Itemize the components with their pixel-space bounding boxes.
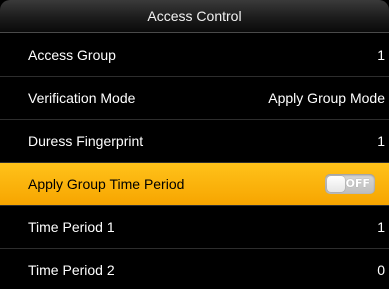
menu-item-label: Time Period 1 [28,219,115,235]
access-control-screen: Access Control Access Group 1 Verificati… [0,0,389,289]
toggle-knob [327,176,345,192]
menu-item-label: Verification Mode [28,90,136,106]
menu-item-value: 1 [377,133,385,149]
apply-group-time-period-toggle[interactable]: OFF [325,174,375,194]
menu-item-value: 0 [377,262,385,278]
menu-item-time-period-2[interactable]: Time Period 2 0 [0,249,389,289]
title-bar: Access Control [0,0,389,33]
menu-item-value: 1 [377,219,385,235]
menu-item-verification-mode[interactable]: Verification Mode Apply Group Mode [0,77,389,120]
settings-menu: Access Group 1 Verification Mode Apply G… [0,34,389,289]
page-title: Access Control [147,8,242,24]
menu-item-value: Apply Group Mode [268,90,385,106]
menu-item-apply-group-time-period[interactable]: Apply Group Time Period OFF [0,163,389,206]
menu-item-label: Access Group [28,47,116,63]
menu-item-label: Time Period 2 [28,262,115,278]
toggle-state-label: OFF [345,177,370,190]
menu-item-label: Duress Fingerprint [28,133,144,149]
menu-item-label: Apply Group Time Period [28,176,185,192]
menu-item-access-group[interactable]: Access Group 1 [0,34,389,77]
menu-item-time-period-1[interactable]: Time Period 1 1 [0,206,389,249]
menu-item-duress-fingerprint[interactable]: Duress Fingerprint 1 [0,120,389,163]
menu-item-value: 1 [377,47,385,63]
